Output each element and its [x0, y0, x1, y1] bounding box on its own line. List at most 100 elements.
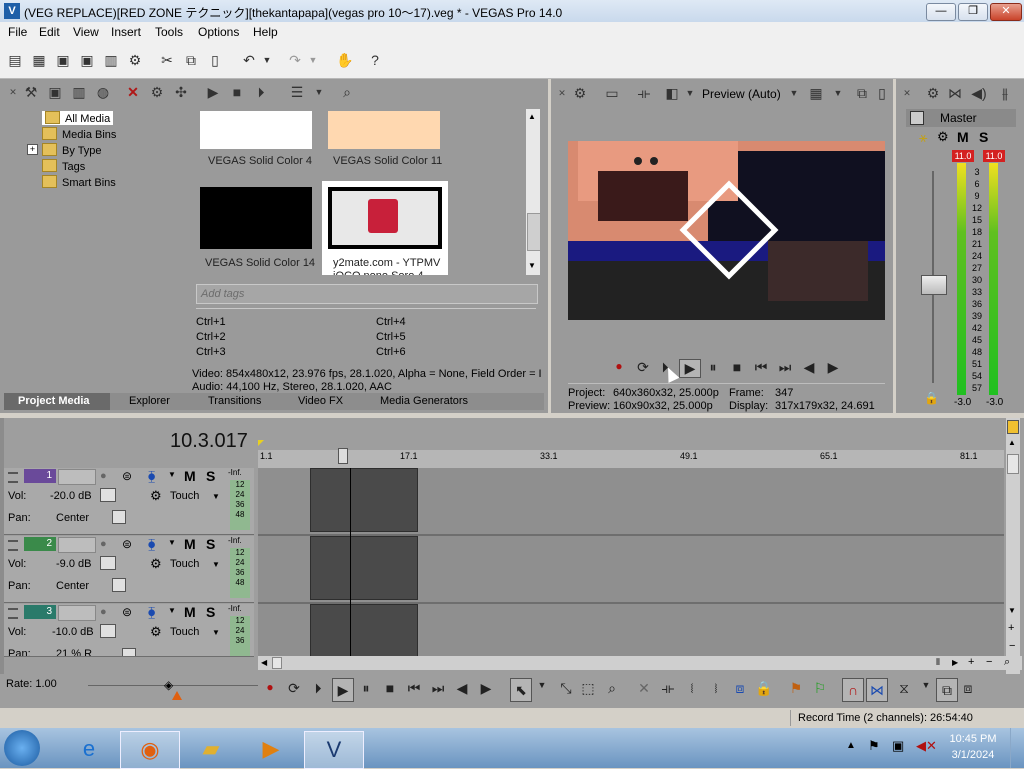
zoom-in-horizontal-icon[interactable]: + — [968, 656, 974, 668]
media-scrollbar[interactable]: ▲ ▼ — [526, 109, 541, 275]
volume-muted-icon[interactable]: ◀✕ — [916, 738, 937, 754]
master-mute-button[interactable]: M — [957, 129, 969, 145]
track-name-field[interactable] — [58, 537, 96, 553]
insert-fx-icon[interactable]: ⚹ — [919, 129, 927, 146]
previous-frame-icon[interactable]: ◀ — [452, 680, 472, 697]
tab-transitions[interactable]: Transitions — [190, 393, 280, 410]
web-media-icon[interactable]: ◍ — [94, 83, 112, 101]
track-fx-dropdown-icon[interactable]: ▼ — [168, 606, 176, 615]
clip-track1[interactable] — [310, 468, 418, 532]
media-player-icon[interactable]: ▶ — [242, 731, 300, 767]
timeline-horizontal-scrollbar[interactable]: ◀ ⦀ ▶ + − ⌕ — [258, 656, 1022, 670]
views-icon[interactable]: ☰ — [288, 83, 306, 101]
track-mute-button[interactable]: M — [184, 604, 196, 620]
menu-tools[interactable]: Tools — [155, 25, 183, 39]
automation-icon[interactable]: ⊜ — [122, 605, 132, 619]
automation-dropdown-icon[interactable]: ▼ — [212, 492, 220, 501]
show-hidden-icons-icon[interactable]: ▲ — [846, 740, 856, 751]
copy-icon[interactable]: ⧉ — [182, 51, 200, 69]
tab-video-fx[interactable]: Video FX — [282, 393, 362, 410]
track-fx-dropdown-icon[interactable]: ▼ — [168, 470, 176, 479]
render-icon[interactable]: ▥ — [102, 51, 120, 69]
track-name-field[interactable] — [58, 469, 96, 485]
open-icon[interactable]: ▦ — [30, 51, 48, 69]
preview-properties-icon[interactable]: ⚙ — [571, 84, 589, 102]
overlays-icon[interactable]: ◧ — [663, 84, 681, 102]
menu-help[interactable]: Help — [253, 25, 278, 39]
menu-options[interactable]: Options — [198, 25, 239, 39]
ignore-grouping-icon[interactable]: ⧈ — [958, 680, 978, 697]
internet-explorer-icon[interactable]: e — [60, 731, 118, 767]
touch-gear-icon[interactable]: ⚙ — [150, 488, 162, 504]
thumbnail-solid-color-11[interactable] — [328, 111, 440, 149]
downmix-icon[interactable]: ⋈ — [946, 84, 964, 102]
record-arm-icon[interactable]: ● — [100, 606, 107, 618]
scroll-down-icon[interactable]: ▼ — [528, 261, 536, 270]
record-icon[interactable]: ● — [260, 680, 280, 694]
overlays-dropdown-icon[interactable]: ▼ — [681, 84, 699, 102]
preview-quality-select[interactable]: Preview (Auto) — [702, 87, 781, 101]
pause-icon[interactable]: ⏸ — [356, 680, 376, 697]
action-center-icon[interactable]: ⚑ — [868, 738, 880, 754]
next-frame-icon[interactable]: ▶ — [476, 680, 496, 697]
pan-slider[interactable] — [112, 510, 126, 524]
track-solo-button[interactable]: S — [206, 536, 215, 552]
get-media-icon[interactable]: ▥ — [70, 83, 88, 101]
track-minimize-icon[interactable] — [8, 472, 18, 483]
automation-dropdown-icon[interactable]: ▼ — [212, 628, 220, 637]
grid-icon[interactable]: ▦ — [807, 84, 825, 102]
network-icon[interactable]: ▣ — [892, 738, 904, 754]
views-dropdown-icon[interactable]: ▼ — [310, 83, 328, 101]
volume-slider[interactable] — [100, 624, 116, 638]
zoom-tool-icon[interactable]: ⌕ — [602, 680, 622, 697]
delete-icon[interactable]: ✕ — [634, 680, 654, 697]
scroll-up-icon[interactable]: ▲ — [1008, 438, 1016, 447]
play-icon[interactable]: ▶ — [204, 83, 222, 101]
edit-tool-dropdown-icon[interactable]: ▼ — [532, 680, 552, 690]
trim-end-icon[interactable]: ⧘ — [706, 680, 726, 697]
volume-slider[interactable] — [100, 556, 116, 570]
menu-edit[interactable]: Edit — [39, 25, 60, 39]
track-mute-button[interactable]: M — [184, 536, 196, 552]
speaker-icon[interactable]: ◀) — [970, 84, 988, 102]
go-to-end-icon[interactable]: ⏭ — [775, 359, 795, 376]
scroll-thumb[interactable] — [527, 213, 541, 251]
lock-envelopes-icon[interactable]: ⧉ — [936, 678, 958, 702]
tab-media-generators[interactable]: Media Generators — [364, 393, 488, 410]
region-icon[interactable]: ⚐ — [810, 680, 830, 697]
undo-icon[interactable]: ↶ — [240, 51, 258, 69]
menu-insert[interactable]: Insert — [111, 25, 141, 39]
import-media-icon[interactable]: ⚒ — [22, 83, 40, 101]
lock-icon[interactable]: 🔒 — [924, 391, 939, 405]
tree-item-all-media[interactable]: All Media — [42, 111, 114, 125]
media-fx-icon[interactable]: ✣ — [172, 83, 190, 101]
panel-close-icon[interactable]: ✕ — [898, 84, 916, 102]
volume-slider[interactable] — [100, 488, 116, 502]
mixer-icon[interactable]: ⫵ — [996, 84, 1014, 102]
search-icon[interactable]: ⌕ — [338, 83, 356, 101]
track-fx-dropdown-icon[interactable]: ▼ — [168, 538, 176, 547]
master-fx-icon[interactable]: ⚙ — [937, 129, 949, 145]
master-properties-icon[interactable]: ⚙ — [924, 84, 942, 102]
selection-tool-icon[interactable]: ⬚ — [578, 680, 598, 697]
external-monitor-icon[interactable]: ▭ — [603, 84, 621, 102]
play-from-start-icon[interactable]: ⏵ — [308, 680, 328, 697]
master-fader-thumb[interactable] — [921, 275, 947, 295]
track-number[interactable]: 3 — [24, 605, 56, 619]
track-fx-icon[interactable]: ⧳ — [148, 537, 155, 552]
go-to-start-icon[interactable]: ⏮ — [751, 359, 771, 376]
normal-edit-tool-icon[interactable]: ⬉ — [510, 678, 532, 702]
thumbnail-solid-color-14[interactable] — [200, 187, 312, 249]
previous-frame-icon[interactable]: ◀ — [799, 359, 819, 376]
record-arm-icon[interactable]: ● — [100, 538, 107, 550]
trim-start-icon[interactable]: ⧙ — [682, 680, 702, 697]
stop-icon[interactable]: ■ — [380, 680, 400, 696]
close-button[interactable]: ✕ — [990, 3, 1022, 21]
copy-snapshot-icon[interactable]: ⧉ — [853, 84, 871, 102]
automation-icon[interactable]: ⊜ — [122, 537, 132, 551]
save-icon[interactable]: ▣ — [54, 51, 72, 69]
panel-close-icon[interactable]: ✕ — [553, 84, 571, 102]
tags-input[interactable]: Add tags — [196, 284, 538, 304]
save-snapshot-icon[interactable]: ▯ — [873, 84, 891, 102]
clock-date[interactable]: 3/1/2024 — [948, 749, 998, 761]
